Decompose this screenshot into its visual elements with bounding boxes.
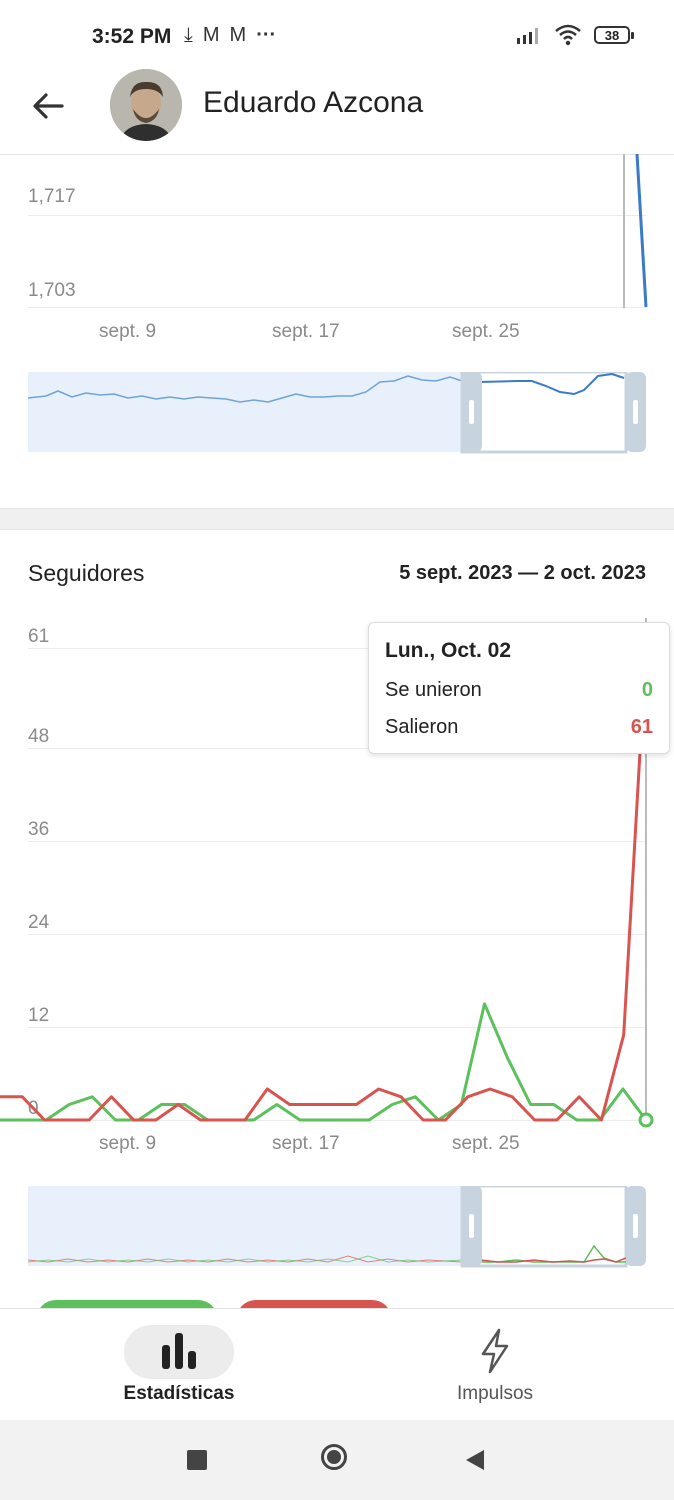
nav-label-statistics: Estadísticas bbox=[123, 1383, 235, 1404]
tooltip-row-left: Salieron 61 bbox=[385, 716, 653, 739]
x-tick-label: sept. 9 bbox=[99, 321, 157, 342]
status-bar: 3:52 PM ⤓ M M ··· 38 bbox=[0, 0, 674, 72]
home-button[interactable] bbox=[321, 1444, 347, 1470]
tooltip-left-value: 61 bbox=[630, 716, 653, 738]
tooltip-left-label: Salieron bbox=[385, 716, 459, 738]
views-series-line bbox=[635, 154, 648, 308]
tooltip-row-joined: Se unieron 0 bbox=[385, 679, 653, 702]
gmail-icon: M bbox=[229, 24, 247, 46]
views-range-navigator[interactable] bbox=[28, 372, 646, 454]
x-tick-label: sept. 25 bbox=[452, 321, 520, 342]
avatar[interactable] bbox=[110, 69, 182, 141]
recents-button[interactable] bbox=[187, 1450, 207, 1470]
download-icon: ⤓ bbox=[184, 24, 193, 46]
tooltip-joined-label: Se unieron bbox=[385, 679, 482, 701]
views-chart: 1,717 1,703 sept. 9 sept. 17 sept. 25 bbox=[0, 154, 674, 508]
nav-label-boosts: Impulsos bbox=[456, 1383, 534, 1404]
followers-range-navigator[interactable] bbox=[28, 1186, 646, 1268]
x-tick-label: sept. 17 bbox=[272, 321, 340, 342]
date-range[interactable]: 5 sept. 2023 — 2 oct. 2023 bbox=[399, 562, 646, 585]
x-tick-label: sept. 25 bbox=[452, 1133, 520, 1154]
bottom-navigation: Estadísticas Impulsos bbox=[0, 1308, 674, 1421]
bar-chart-icon bbox=[162, 1333, 196, 1369]
status-right: 38 bbox=[516, 24, 634, 46]
back-triangle-icon[interactable] bbox=[464, 1448, 486, 1472]
notification-icons: ⤓ M M ··· bbox=[184, 24, 276, 47]
followers-title: Seguidores bbox=[28, 560, 145, 586]
x-tick-label: sept. 9 bbox=[99, 1133, 157, 1154]
tooltip-joined-value: 0 bbox=[641, 679, 653, 701]
status-time: 3:52 PM bbox=[92, 25, 172, 48]
profile-name: Eduardo Azcona bbox=[203, 86, 424, 119]
chart-tooltip: Lun., Oct. 02 Se unieron 0 Salieron 61 bbox=[368, 622, 670, 754]
nav-item-boosts[interactable]: Impulsos bbox=[395, 1309, 595, 1421]
tooltip-date: Lun., Oct. 02 bbox=[385, 639, 512, 662]
joined-series-line bbox=[0, 1002, 648, 1122]
avatar-image bbox=[110, 69, 182, 141]
more-icon: ··· bbox=[256, 24, 277, 46]
views-line-area bbox=[623, 154, 648, 308]
battery-icon: 38 bbox=[594, 26, 634, 44]
gmail-icon: M bbox=[202, 24, 220, 46]
system-navigation-bar bbox=[0, 1420, 674, 1500]
signal-icon bbox=[517, 28, 538, 44]
nav-item-statistics[interactable]: Estadísticas bbox=[79, 1309, 279, 1421]
wifi-icon bbox=[555, 24, 581, 46]
x-tick-label: sept. 17 bbox=[272, 1133, 340, 1154]
joined-endpoint-marker bbox=[638, 1112, 654, 1128]
lightning-icon bbox=[481, 1328, 509, 1374]
section-divider bbox=[0, 508, 674, 530]
back-arrow-icon[interactable] bbox=[28, 86, 68, 126]
app-header: Eduardo Azcona bbox=[0, 69, 674, 155]
